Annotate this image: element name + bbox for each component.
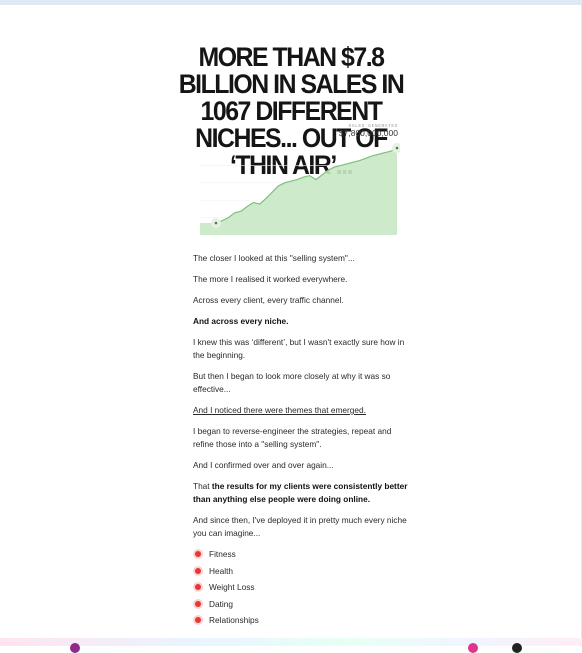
bullet-icon — [195, 617, 201, 623]
paragraph: And I confirmed over and over again... — [193, 460, 334, 470]
article-body: The closer I looked at this "selling sys… — [193, 252, 411, 631]
bottom-decoration-bar — [0, 638, 582, 646]
dark-dot-icon — [512, 643, 522, 653]
bold-claim: the results for my clients were consiste… — [193, 481, 408, 504]
endpoint-marker — [395, 146, 399, 150]
niche-label: Health — [209, 565, 233, 576]
bullet-icon — [195, 551, 201, 557]
bullet-icon — [195, 600, 201, 607]
niche-label: Fitness — [209, 549, 236, 559]
chart-value-label: $7,800,000,000 — [339, 128, 398, 138]
purple-dot-icon — [70, 643, 80, 653]
underlined-text: And I noticed there were themes that eme… — [193, 405, 366, 415]
paragraph: The more I realised it worked everywhere… — [193, 274, 348, 284]
endpoint-marker — [214, 221, 218, 225]
paragraph: But then I began to look more closely at… — [193, 371, 391, 394]
paragraph: And since then, I've deployed it in pret… — [193, 515, 407, 538]
paragraph: Across every client, every traffic chann… — [193, 295, 344, 305]
paragraph: The closer I looked at this "selling sys… — [193, 253, 355, 263]
niche-label: Relationships — [209, 615, 259, 625]
list-item: Weight Loss — [193, 581, 411, 598]
paragraph: I knew this was ‘different’, but I wasn'… — [193, 337, 405, 360]
pink-dot-icon — [468, 643, 478, 653]
paragraph: That the results for my clients were con… — [193, 480, 411, 506]
bullet-icon — [195, 567, 201, 574]
paragraph: And across every niche. — [193, 315, 411, 328]
browser-top-strip — [0, 0, 582, 5]
paragraph: And I noticed there were themes that eme… — [193, 404, 411, 417]
paragraph-prefix: That — [193, 481, 212, 491]
list-item: Fitness — [193, 548, 411, 565]
chart-area — [200, 148, 397, 235]
sales-chart: SALES GENERATED $7,800,000,000 — [200, 120, 402, 238]
bullet-icon — [195, 584, 201, 590]
niche-list: Fitness Health Weight Loss Dating Relati… — [193, 548, 411, 631]
bold-paragraph: And across every niche. — [193, 316, 289, 326]
niche-label: Dating — [209, 598, 233, 609]
list-item: Dating — [193, 598, 411, 615]
niche-label: Weight Loss — [209, 582, 255, 592]
list-item: Health — [193, 565, 411, 582]
paragraph: I began to reverse-engineer the strategi… — [193, 426, 392, 449]
list-item: Relationships — [193, 614, 411, 631]
